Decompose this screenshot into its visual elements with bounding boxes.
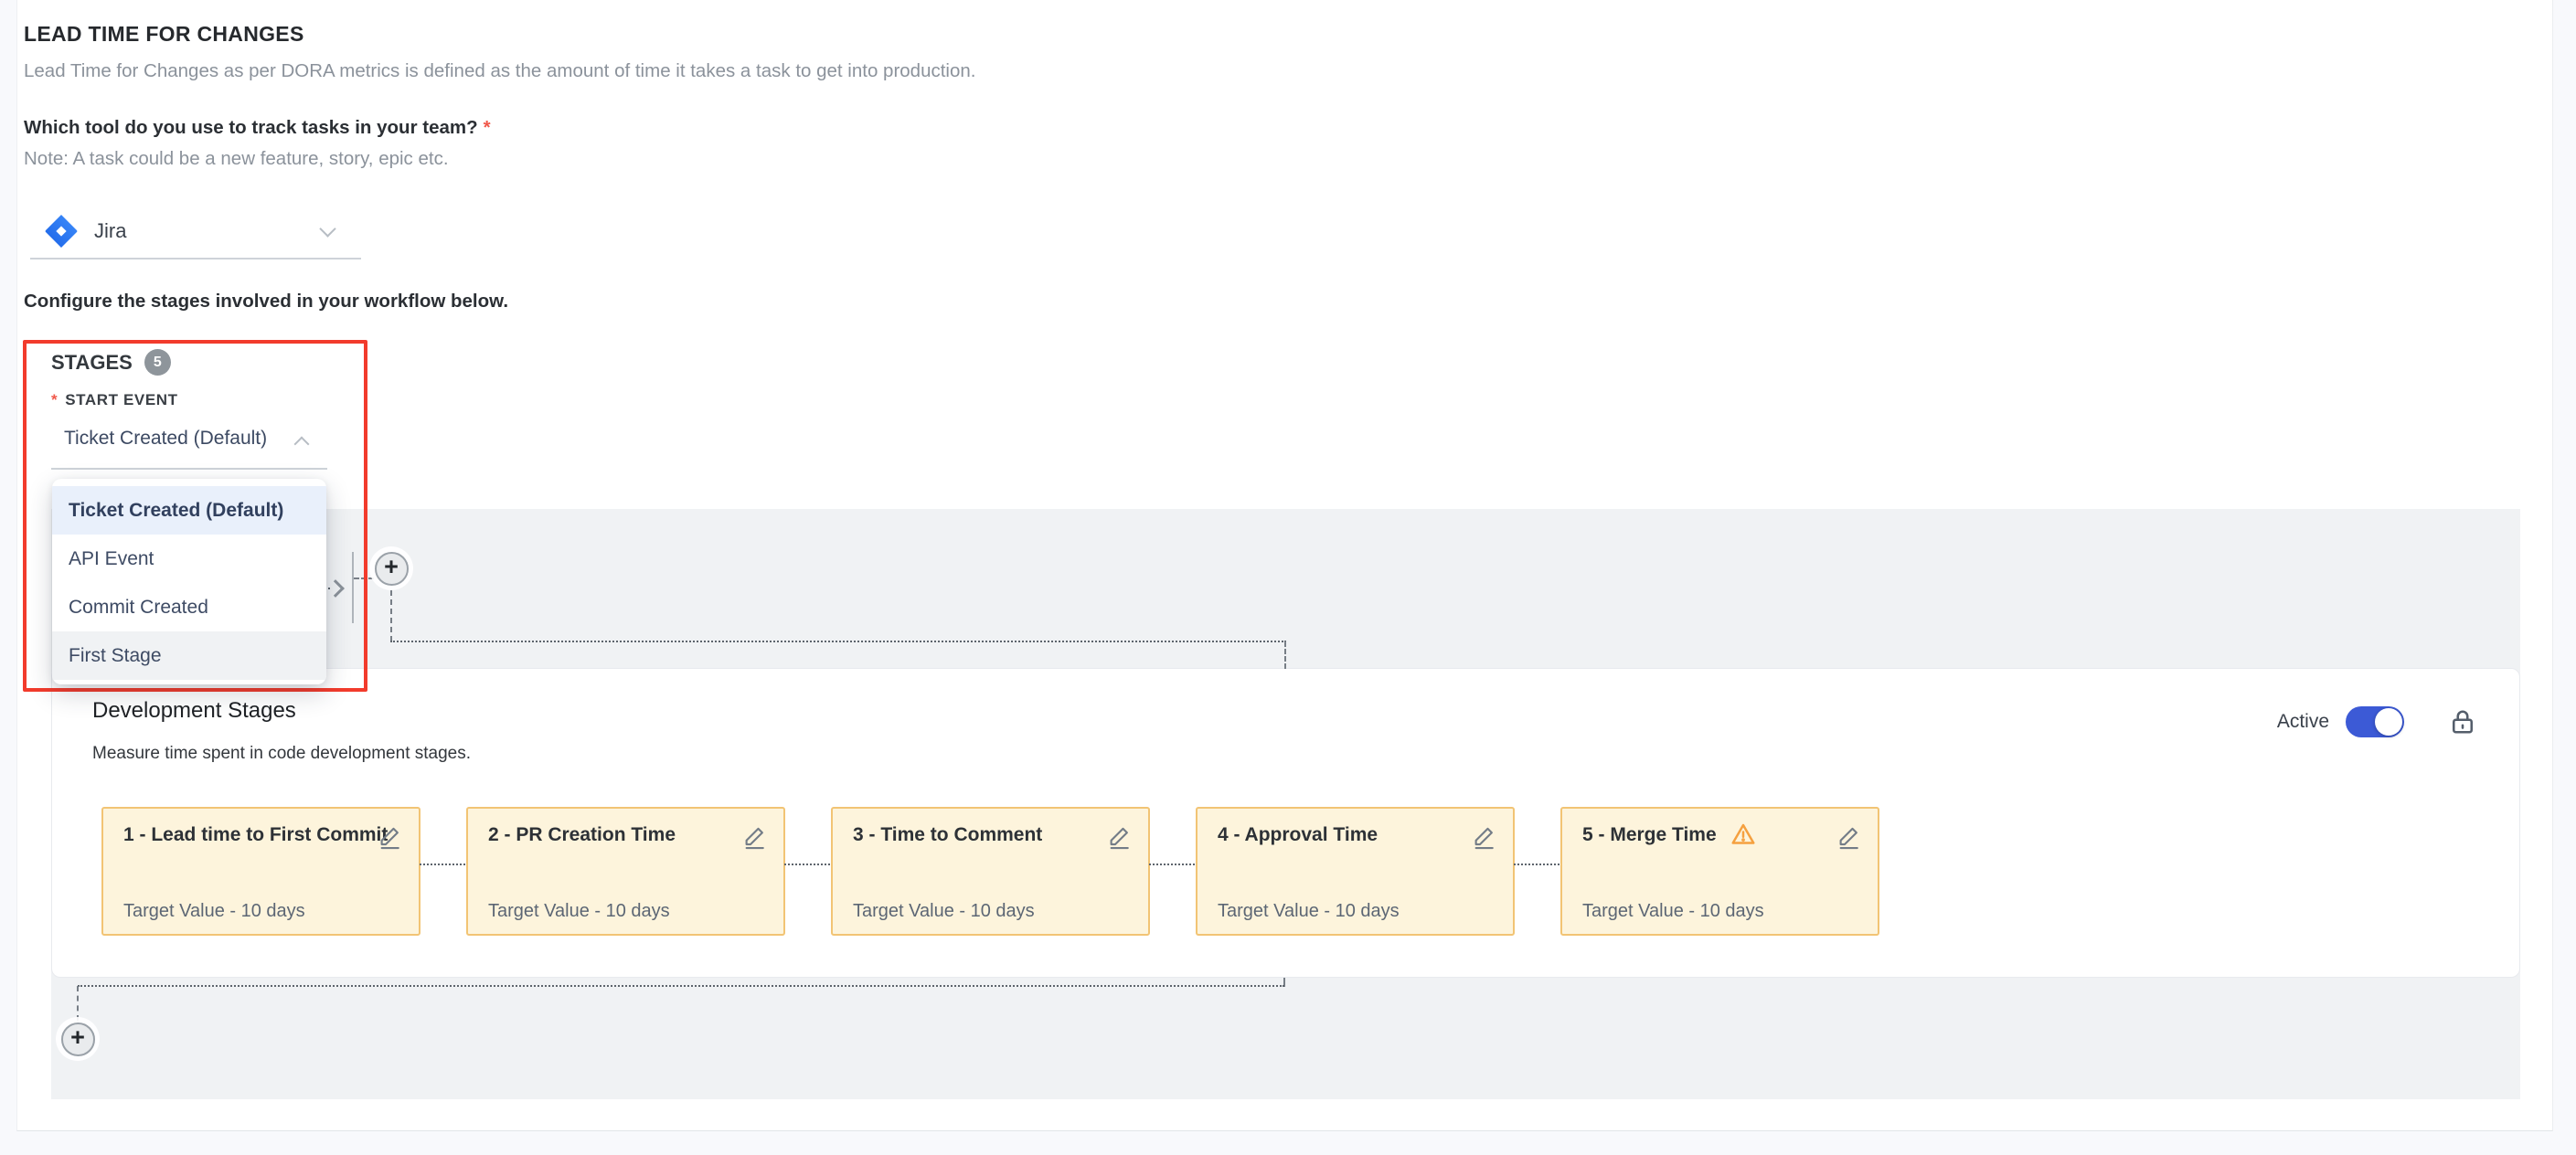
lock-icon bbox=[2446, 705, 2479, 738]
stage-target-value: Target Value - 10 days bbox=[488, 901, 670, 922]
edit-pencil-icon bbox=[741, 822, 769, 850]
edit-pencil-icon bbox=[1836, 822, 1863, 850]
stage-card-4[interactable]: 4 - Approval Time Target Value - 10 days bbox=[1196, 807, 1515, 936]
connector-dotted bbox=[390, 641, 1286, 642]
card-connector-dotted bbox=[784, 864, 830, 865]
card-connector-dotted bbox=[1514, 864, 1559, 865]
edit-pencil-icon bbox=[377, 822, 404, 850]
jira-logo-icon bbox=[43, 213, 80, 249]
stages-section-title: STAGES 5 bbox=[51, 349, 171, 376]
required-asterisk: * bbox=[484, 117, 491, 138]
dropdown-option-ticket-created[interactable]: Ticket Created (Default) bbox=[52, 486, 326, 535]
connector-dashed bbox=[77, 986, 79, 1021]
stage-title: 3 - Time to Comment bbox=[853, 824, 1042, 845]
stage-title: 1 - Lead time to First Commit bbox=[123, 824, 388, 845]
edit-button[interactable] bbox=[377, 822, 404, 850]
card-connector-dotted bbox=[420, 864, 465, 865]
tool-select-value: Jira bbox=[94, 219, 322, 243]
plus-icon: + bbox=[61, 1023, 95, 1056]
development-stages-title: Development Stages bbox=[92, 698, 296, 724]
dropdown-option-api-event[interactable]: API Event bbox=[52, 535, 326, 583]
card-connector-dotted bbox=[1149, 864, 1195, 865]
connector-line bbox=[352, 552, 354, 623]
stage-title: 4 - Approval Time bbox=[1218, 824, 1378, 845]
connector-dashed bbox=[1284, 641, 1286, 669]
stage-target-value: Target Value - 10 days bbox=[1218, 901, 1400, 922]
start-event-dropdown: Ticket Created (Default) API Event Commi… bbox=[52, 479, 326, 684]
stage-title: 5 - Merge Time bbox=[1582, 824, 1717, 845]
active-toggle[interactable] bbox=[2346, 706, 2404, 737]
tracker-question-text: Which tool do you use to track tasks in … bbox=[24, 117, 478, 138]
start-event-select[interactable]: Ticket Created (Default) bbox=[64, 428, 267, 450]
stages-label: STAGES bbox=[51, 351, 133, 375]
stage-title: 2 - PR Creation Time bbox=[488, 824, 676, 845]
stages-count-badge: 5 bbox=[144, 349, 171, 376]
warning-icon bbox=[1730, 821, 1757, 848]
select-underline bbox=[51, 468, 327, 470]
development-stages-description: Measure time spent in code development s… bbox=[92, 744, 471, 764]
tracker-question: Which tool do you use to track tasks in … bbox=[24, 117, 491, 139]
edit-button[interactable] bbox=[1471, 822, 1498, 850]
connector-dashed bbox=[390, 590, 392, 641]
stage-target-value: Target Value - 10 days bbox=[1582, 901, 1764, 922]
edit-button[interactable] bbox=[1836, 822, 1863, 850]
tool-select[interactable]: Jira bbox=[30, 205, 361, 260]
plus-icon: + bbox=[375, 552, 409, 586]
stage-target-value: Target Value - 10 days bbox=[123, 901, 305, 922]
edit-pencil-icon bbox=[1106, 822, 1134, 850]
stage-target-value: Target Value - 10 days bbox=[853, 901, 1035, 922]
edit-button[interactable] bbox=[741, 822, 769, 850]
stage-card-2[interactable]: 2 - PR Creation Time Target Value - 10 d… bbox=[466, 807, 785, 936]
dropdown-option-commit-created[interactable]: Commit Created bbox=[52, 583, 326, 631]
start-event-label: *START EVENT bbox=[51, 391, 178, 409]
stage-card-1[interactable]: 1 - Lead time to First Commit Target Val… bbox=[101, 807, 420, 936]
toggle-knob bbox=[2375, 708, 2402, 736]
dropdown-option-first-stage[interactable]: First Stage bbox=[52, 631, 326, 680]
development-stages-card: Development Stages Measure time spent in… bbox=[51, 668, 2520, 978]
edit-pencil-icon bbox=[1471, 822, 1498, 850]
page-title: LEAD TIME FOR CHANGES bbox=[24, 22, 304, 47]
lock-button[interactable] bbox=[2446, 705, 2479, 738]
tracker-note: Note: A task could be a new feature, sto… bbox=[24, 148, 449, 170]
page-subtitle: Lead Time for Changes as per DORA metric… bbox=[24, 60, 975, 82]
connector-dotted bbox=[78, 985, 1284, 987]
stage-card-3[interactable]: 3 - Time to Comment Target Value - 10 da… bbox=[831, 807, 1150, 936]
chevron-down-icon bbox=[319, 220, 335, 237]
active-label: Active bbox=[2277, 711, 2329, 733]
add-stage-button-bottom[interactable]: + bbox=[56, 1017, 100, 1061]
add-stage-button-top[interactable]: + bbox=[369, 546, 413, 590]
required-asterisk: * bbox=[51, 391, 58, 408]
status-row: Active bbox=[2277, 705, 2479, 738]
configure-instruction: Configure the stages involved in your wo… bbox=[24, 291, 508, 313]
stage-card-5[interactable]: 5 - Merge Time Target Value - 10 days bbox=[1560, 807, 1879, 936]
edit-button[interactable] bbox=[1106, 822, 1134, 850]
